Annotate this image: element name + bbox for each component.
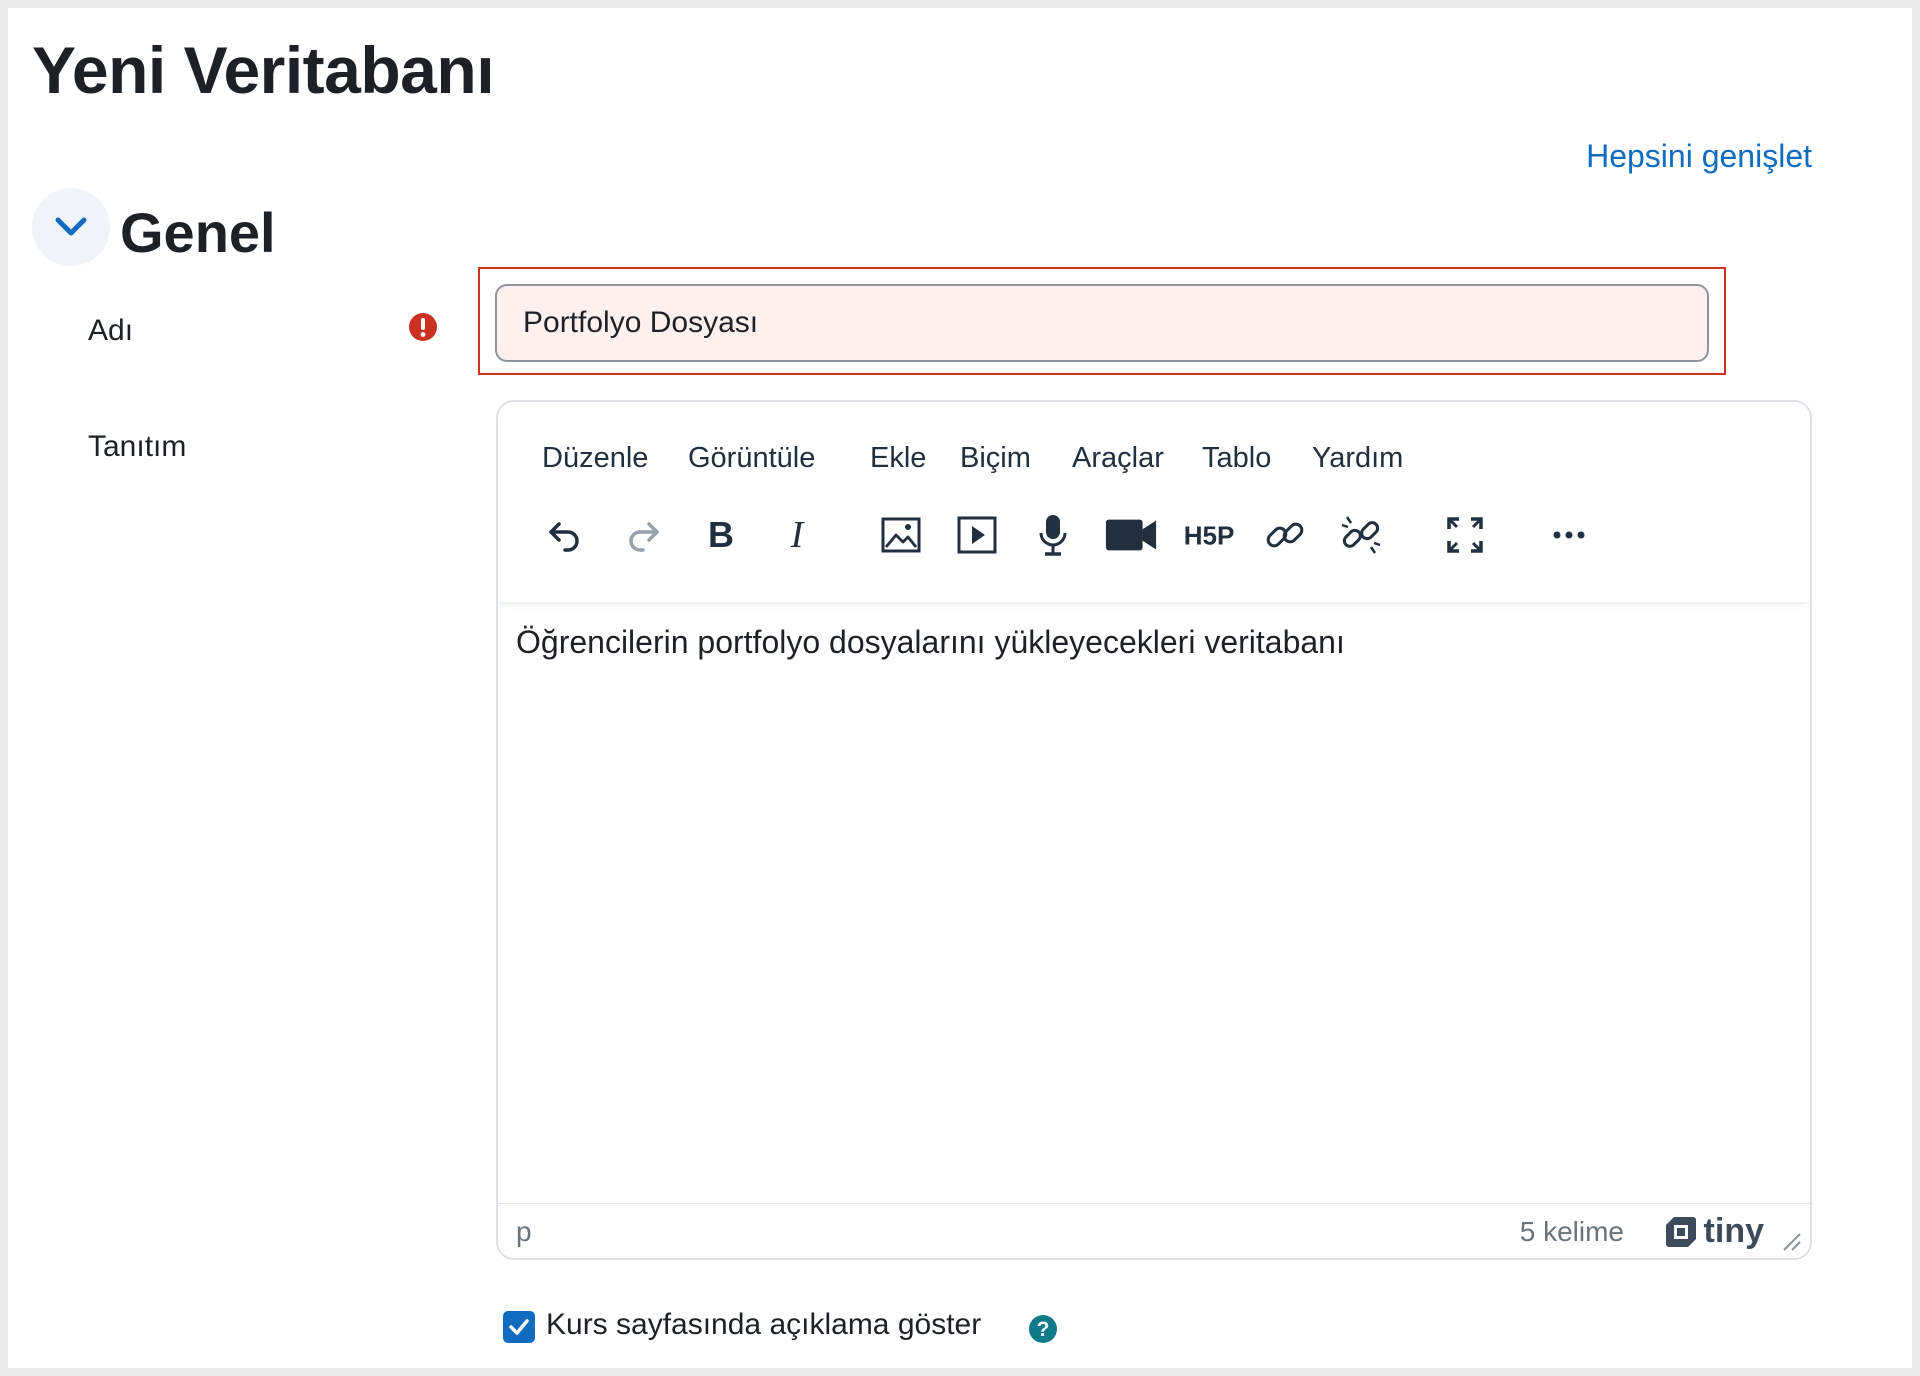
svg-text:B: B bbox=[708, 515, 734, 555]
section-collapse-button[interactable] bbox=[32, 188, 110, 266]
h5p-button[interactable]: H5P bbox=[1182, 508, 1236, 562]
exclamation-circle-icon bbox=[409, 313, 437, 341]
h5p-icon: H5P bbox=[1184, 521, 1235, 551]
svg-text:I: I bbox=[790, 515, 806, 555]
media-icon bbox=[957, 516, 997, 554]
link-button[interactable] bbox=[1258, 508, 1312, 562]
resize-handle-icon[interactable] bbox=[1780, 1230, 1802, 1252]
editor-menubar: Düzenle Görüntüle Ekle Biçim Araçlar Tab… bbox=[498, 442, 1810, 482]
media-button[interactable] bbox=[950, 508, 1004, 562]
brand-text: tiny bbox=[1703, 1212, 1764, 1250]
bold-icon: B bbox=[708, 515, 734, 555]
menu-tools[interactable]: Araçlar bbox=[1072, 442, 1164, 475]
menu-format[interactable]: Biçim bbox=[960, 442, 1031, 475]
page-title: Yeni Veritabanı bbox=[32, 33, 495, 107]
microphone-icon bbox=[1039, 515, 1067, 556]
editor-header: Düzenle Görüntüle Ekle Biçim Araçlar Tab… bbox=[498, 402, 1810, 602]
undo-icon bbox=[549, 522, 579, 552]
expand-all-link[interactable]: Hepsini genişlet bbox=[1586, 138, 1812, 175]
record-audio-button[interactable] bbox=[1026, 508, 1080, 562]
image-icon bbox=[881, 517, 921, 553]
unlink-button[interactable] bbox=[1334, 508, 1388, 562]
show-description-checkbox[interactable] bbox=[503, 1311, 535, 1343]
undo-button[interactable] bbox=[538, 508, 592, 562]
italic-button[interactable]: I bbox=[770, 508, 824, 562]
menu-insert[interactable]: Ekle bbox=[870, 442, 926, 475]
menu-view[interactable]: Görüntüle bbox=[688, 442, 815, 475]
name-input[interactable] bbox=[495, 284, 1709, 362]
svg-text:?: ? bbox=[1037, 1318, 1050, 1341]
chevron-down-icon bbox=[55, 217, 87, 236]
name-label: Adı bbox=[88, 314, 134, 347]
tiny-logo-icon bbox=[1665, 1216, 1696, 1247]
more-button[interactable] bbox=[1542, 508, 1596, 562]
checkmark-icon bbox=[509, 1319, 529, 1335]
redo-button[interactable] bbox=[616, 508, 670, 562]
rich-text-editor: Düzenle Görüntüle Ekle Biçim Araçlar Tab… bbox=[496, 400, 1812, 1260]
intro-label: Tanıtım bbox=[88, 430, 187, 463]
redo-icon bbox=[629, 522, 659, 552]
tiny-brand[interactable]: tiny bbox=[1664, 1212, 1764, 1251]
record-video-button[interactable] bbox=[1104, 508, 1158, 562]
form-card: Yeni Veritabanı Hepsini genişlet Genel A… bbox=[8, 8, 1912, 1368]
image-button[interactable] bbox=[874, 508, 928, 562]
svg-text:H5P: H5P bbox=[1184, 521, 1235, 551]
editor-content[interactable]: Öğrencilerin portfolyo dosyalarını yükle… bbox=[516, 624, 1345, 661]
menu-edit[interactable]: Düzenle bbox=[542, 442, 648, 475]
menu-help[interactable]: Yardım bbox=[1312, 442, 1403, 475]
unlink-icon bbox=[1341, 516, 1381, 554]
fullscreen-icon bbox=[1447, 517, 1483, 553]
section-title: Genel bbox=[120, 201, 276, 264]
italic-icon: I bbox=[790, 515, 806, 555]
video-camera-icon bbox=[1105, 519, 1157, 551]
show-description-label[interactable]: Kurs sayfasında açıklama göster bbox=[546, 1308, 981, 1342]
element-path[interactable]: p bbox=[516, 1216, 532, 1248]
bold-button[interactable]: B bbox=[694, 508, 748, 562]
editor-statusbar: p 5 kelime tiny bbox=[498, 1203, 1810, 1258]
word-count[interactable]: 5 kelime bbox=[1520, 1216, 1624, 1248]
fullscreen-button[interactable] bbox=[1438, 508, 1492, 562]
more-icon bbox=[1553, 531, 1585, 539]
link-icon bbox=[1266, 522, 1304, 548]
question-circle-icon[interactable]: ? bbox=[1028, 1314, 1058, 1344]
menu-table[interactable]: Tablo bbox=[1202, 442, 1271, 475]
